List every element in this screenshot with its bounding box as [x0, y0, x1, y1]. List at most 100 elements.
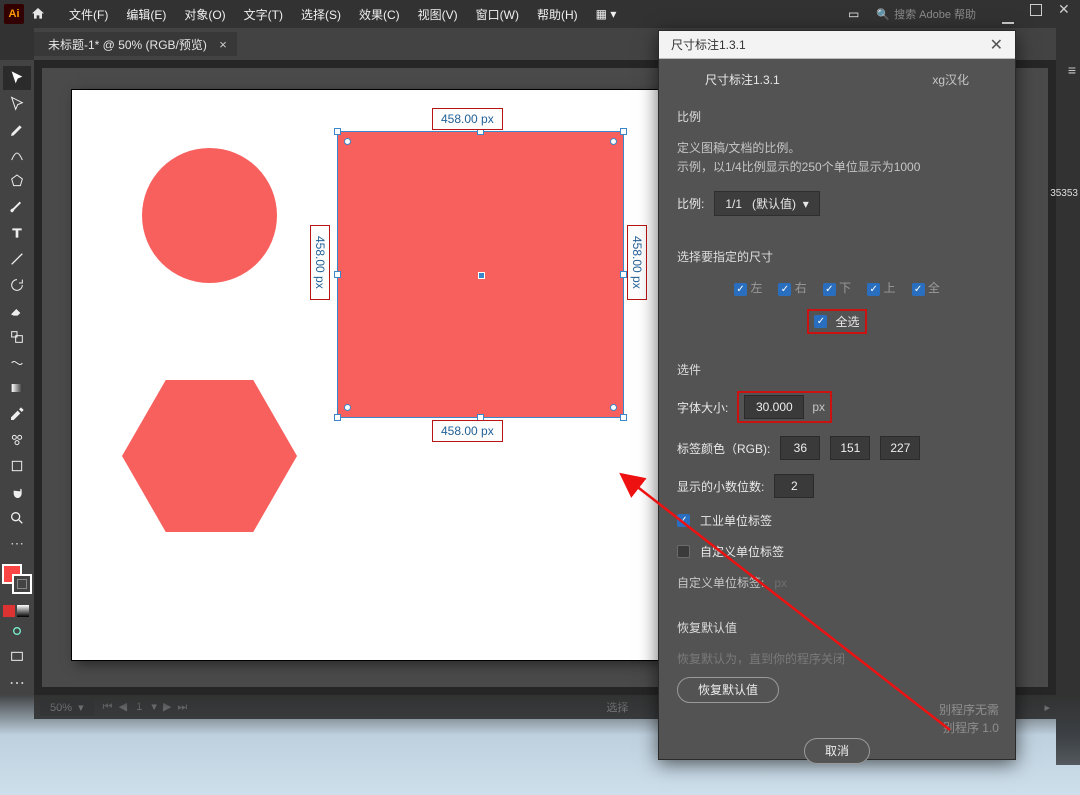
- label-color-label: 标签颜色（RGB):: [677, 440, 770, 457]
- color-g-input[interactable]: 151: [830, 436, 870, 460]
- ratio-label: 比例:: [677, 195, 704, 212]
- ratio-desc-2: 示例，以1/4比例显示的250个单位显示为1000: [677, 158, 997, 177]
- artboard[interactable]: 458.00 px 458.00 px 458.00 px 458.00 px: [72, 90, 660, 660]
- select-all-highlight[interactable]: ✓全选: [808, 310, 865, 333]
- color-mode-swatches[interactable]: [3, 605, 31, 617]
- eyedropper-tool[interactable]: [3, 402, 31, 426]
- panel-footer: 别程序无需 别程序 1.0: [939, 701, 999, 737]
- dim-opt-right[interactable]: ✓ 右: [778, 279, 806, 296]
- handle-tl[interactable]: [334, 128, 341, 135]
- font-size-highlight: 30.000 px: [738, 392, 831, 422]
- rotate-tool[interactable]: [3, 273, 31, 297]
- panel-credit: xg汉化: [932, 71, 969, 88]
- cancel-button[interactable]: 取消: [804, 738, 870, 764]
- screen-mode[interactable]: [3, 645, 31, 669]
- menu-window[interactable]: 窗口(W): [467, 6, 528, 23]
- corner-tr[interactable]: [610, 138, 617, 145]
- custom-field-label: 自定义单位标签:: [677, 574, 764, 591]
- handle-tr[interactable]: [620, 128, 627, 135]
- menu-type[interactable]: 文字(T): [235, 6, 292, 23]
- handle-mr[interactable]: [620, 271, 627, 278]
- panel-title-text: 尺寸标注1.3.1: [671, 36, 746, 53]
- doc-setup-icon[interactable]: ▭: [839, 7, 868, 21]
- handle-ml[interactable]: [334, 271, 341, 278]
- shape-tool[interactable]: [3, 170, 31, 194]
- corner-bl[interactable]: [344, 404, 351, 411]
- shape-hexagon[interactable]: [122, 380, 297, 532]
- right-readout: 35353: [1050, 188, 1078, 199]
- window-minimize-icon[interactable]: [1002, 12, 1014, 24]
- window-maximize-icon[interactable]: [1030, 4, 1042, 16]
- menu-select[interactable]: 选择(S): [292, 6, 350, 23]
- menu-help[interactable]: 帮助(H): [528, 6, 587, 23]
- home-icon[interactable]: [30, 6, 46, 22]
- symbol-tool[interactable]: [3, 428, 31, 452]
- workspace-switcher-icon[interactable]: ▦ ▾: [587, 7, 626, 21]
- text-tool[interactable]: [3, 221, 31, 245]
- section-ratio: 比例: [677, 108, 997, 125]
- dim-opt-top[interactable]: ✓ 上: [867, 279, 895, 296]
- shape-circle[interactable]: [142, 148, 277, 283]
- decimals-label: 显示的小数位数:: [677, 478, 764, 495]
- custom-checkbox[interactable]: ✓自定义单位标签: [677, 543, 997, 560]
- panel-menu-icon[interactable]: ≡: [1068, 62, 1076, 78]
- curvature-tool[interactable]: [3, 144, 31, 168]
- restore-button[interactable]: 恢复默认值: [677, 677, 779, 703]
- center-handle[interactable]: [478, 272, 485, 279]
- ratio-select[interactable]: 1/1 (默认值) ▾: [714, 191, 819, 216]
- font-unit: px: [812, 400, 825, 414]
- font-size-label: 字体大小:: [677, 399, 728, 416]
- corner-br[interactable]: [610, 404, 617, 411]
- toolbar: ⋯ ⋯: [0, 60, 34, 695]
- dim-opt-bottom[interactable]: ✓ 下: [823, 279, 851, 296]
- hand-tool[interactable]: [3, 480, 31, 504]
- more-tools[interactable]: ⋯: [3, 671, 31, 695]
- dim-opt-left[interactable]: ✓ 左: [734, 279, 762, 296]
- window-close-icon[interactable]: ✕: [1058, 4, 1070, 16]
- tab-title: 未标题-1* @ 50% (RGB/预览): [48, 36, 207, 53]
- section-options: 选件: [677, 361, 997, 378]
- color-swatches[interactable]: [2, 564, 32, 598]
- tab-close-icon[interactable]: ×: [219, 37, 227, 52]
- handle-br[interactable]: [620, 414, 627, 421]
- corner-tl[interactable]: [344, 138, 351, 145]
- menu-object[interactable]: 对象(O): [175, 6, 234, 23]
- document-tab[interactable]: 未标题-1* @ 50% (RGB/预览) ×: [34, 32, 237, 56]
- dimension-top: 458.00 px: [432, 108, 503, 130]
- help-search[interactable]: 🔍 搜索 Adobe 帮助: [868, 4, 984, 24]
- color-b-input[interactable]: 227: [880, 436, 920, 460]
- ratio-desc-1: 定义图稿/文档的比例。: [677, 139, 997, 158]
- color-r-input[interactable]: 36: [780, 436, 820, 460]
- artboard-tool[interactable]: [3, 454, 31, 478]
- eraser-tool[interactable]: [3, 299, 31, 323]
- restore-hint: 恢复默认为，直到你的程序关闭: [677, 650, 997, 667]
- gradient-tool[interactable]: [3, 377, 31, 401]
- decimals-input[interactable]: 2: [774, 474, 814, 498]
- direct-selection-tool[interactable]: [3, 92, 31, 116]
- panel-close-icon[interactable]: ✕: [990, 35, 1003, 55]
- edit-toolbar[interactable]: ⋯: [3, 532, 31, 556]
- dim-opt-all[interactable]: ✓ 全: [912, 279, 940, 296]
- draw-mode[interactable]: [3, 619, 31, 643]
- shape-square-selected[interactable]: [338, 132, 623, 417]
- menu-effect[interactable]: 效果(C): [350, 6, 409, 23]
- panel-titlebar[interactable]: 尺寸标注1.3.1 ✕: [659, 31, 1015, 59]
- menu-edit[interactable]: 编辑(E): [117, 6, 175, 23]
- menu-file[interactable]: 文件(F): [60, 6, 117, 23]
- zoom-tool[interactable]: [3, 506, 31, 530]
- stroke-swatch[interactable]: [12, 574, 32, 594]
- width-tool[interactable]: [3, 351, 31, 375]
- section-restore: 恢复默认值: [677, 619, 997, 636]
- handle-bl[interactable]: [334, 414, 341, 421]
- industrial-checkbox[interactable]: ✓工业单位标签: [677, 512, 997, 529]
- menubar: Ai 文件(F) 编辑(E) 对象(O) 文字(T) 选择(S) 效果(C) 视…: [0, 0, 1080, 28]
- scale-tool[interactable]: [3, 325, 31, 349]
- brush-tool[interactable]: [3, 195, 31, 219]
- line-tool[interactable]: [3, 247, 31, 271]
- menu-view[interactable]: 视图(V): [409, 6, 467, 23]
- right-panel-strip: ≡: [1056, 28, 1080, 765]
- selection-tool[interactable]: [3, 66, 31, 90]
- font-size-input[interactable]: 30.000: [744, 395, 804, 419]
- pen-tool[interactable]: [3, 118, 31, 142]
- dimension-panel: 尺寸标注1.3.1 ✕ 尺寸标注1.3.1 xg汉化 比例 定义图稿/文档的比例…: [658, 30, 1016, 760]
